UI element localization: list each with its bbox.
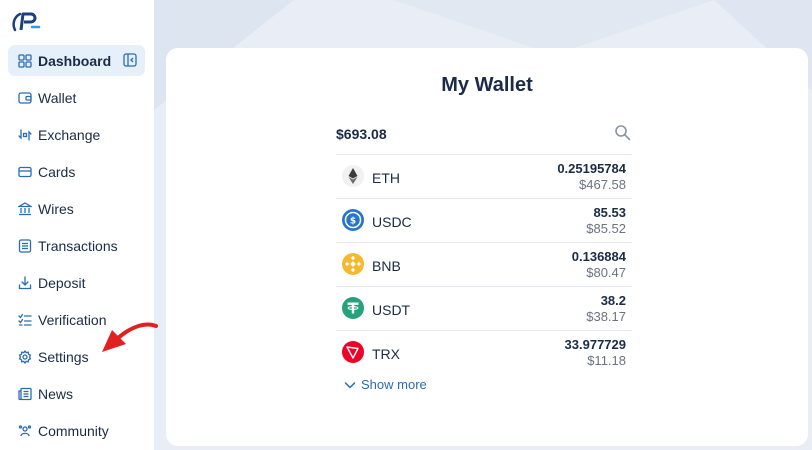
exchange-icon bbox=[18, 128, 32, 142]
sidebar-item-news[interactable]: News bbox=[8, 378, 145, 409]
asset-amount: 0.136884 bbox=[571, 249, 626, 264]
sidebar-item-exchange[interactable]: Exchange bbox=[8, 119, 145, 150]
asset-row-trx[interactable]: TRX 33.977729 $11.18 bbox=[336, 330, 632, 374]
asset-symbol: BNB bbox=[372, 258, 401, 274]
show-more-button[interactable]: Show more bbox=[344, 377, 427, 392]
svg-text:$: $ bbox=[350, 217, 356, 227]
trx-coin-icon bbox=[342, 341, 364, 363]
search-icon[interactable] bbox=[614, 124, 631, 141]
list-icon bbox=[18, 238, 32, 253]
sidebar-item-label: Dashboard bbox=[38, 52, 112, 69]
wallet-total-balance: $693.08 bbox=[336, 126, 387, 142]
sidebar-item-label: Settings bbox=[38, 348, 89, 365]
card-icon bbox=[18, 165, 32, 179]
sidebar-item-label: Wires bbox=[38, 200, 74, 217]
asset-amount: 33.977729 bbox=[564, 337, 626, 352]
news-icon bbox=[18, 387, 32, 401]
brand-logo[interactable] bbox=[10, 10, 42, 34]
sidebar-item-label: Community bbox=[38, 422, 109, 439]
asset-symbol: USDC bbox=[372, 214, 412, 230]
collapse-sidebar-icon[interactable] bbox=[123, 53, 137, 67]
asset-row-eth[interactable]: ETH 0.25195784 $467.58 bbox=[336, 154, 632, 198]
bnb-coin-icon bbox=[342, 253, 364, 275]
asset-amount: 85.53 bbox=[593, 205, 626, 220]
bank-icon bbox=[18, 201, 32, 216]
sidebar-item-label: Wallet bbox=[38, 89, 77, 106]
sidebar-item-label: News bbox=[38, 385, 74, 402]
annotation-arrow-icon bbox=[102, 322, 158, 352]
wallet-card: My Wallet $693.08 ETH 0.25195784 $467.58… bbox=[166, 48, 808, 446]
asset-usd-value: $11.18 bbox=[587, 353, 626, 368]
sidebar-item-wires[interactable]: Wires bbox=[8, 193, 145, 224]
sidebar-nav: Dashboard Wallet Exchange Cards Wires Tr… bbox=[8, 45, 145, 450]
sidebar-item-label: Exchange bbox=[38, 126, 101, 143]
asset-amount: 38.2 bbox=[600, 293, 626, 308]
gear-icon bbox=[18, 349, 32, 364]
sidebar-item-wallet[interactable]: Wallet bbox=[8, 82, 145, 113]
asset-row-bnb[interactable]: BNB 0.136884 $80.47 bbox=[336, 242, 632, 286]
chevron-down-icon bbox=[344, 381, 356, 389]
usdt-coin-icon bbox=[342, 297, 364, 319]
download-icon bbox=[18, 275, 32, 290]
sidebar-item-label: Cards bbox=[38, 163, 76, 180]
asset-symbol: ETH bbox=[372, 170, 400, 186]
show-more-label: Show more bbox=[361, 377, 427, 392]
sidebar-item-deposit[interactable]: Deposit bbox=[8, 267, 145, 298]
usdc-coin-icon: $ bbox=[342, 209, 364, 231]
asset-usd-value: $80.47 bbox=[586, 265, 626, 280]
sidebar-item-cards[interactable]: Cards bbox=[8, 156, 145, 187]
page-title: My Wallet bbox=[441, 74, 533, 96]
sidebar-item-community[interactable]: Community bbox=[8, 415, 145, 446]
community-icon bbox=[18, 424, 32, 438]
asset-usd-value: $38.17 bbox=[586, 309, 626, 324]
asset-row-usdc[interactable]: $ USDC 85.53 $85.52 bbox=[336, 198, 632, 242]
asset-usd-value: $467.58 bbox=[579, 177, 626, 192]
asset-amount: 0.25195784 bbox=[557, 161, 626, 176]
sidebar-item-label: Deposit bbox=[38, 274, 86, 291]
grid-icon bbox=[18, 53, 32, 68]
sidebar-item-dashboard[interactable]: Dashboard bbox=[8, 45, 145, 76]
checklist-icon bbox=[18, 313, 32, 327]
eth-coin-icon bbox=[342, 165, 364, 187]
asset-list: ETH 0.25195784 $467.58 $ USDC 85.53 $85.… bbox=[336, 154, 632, 374]
sidebar: Dashboard Wallet Exchange Cards Wires Tr… bbox=[0, 0, 154, 450]
asset-symbol: TRX bbox=[372, 346, 400, 362]
asset-usd-value: $85.52 bbox=[586, 221, 626, 236]
wallet-icon bbox=[18, 91, 32, 105]
asset-symbol: USDT bbox=[372, 302, 411, 318]
sidebar-item-label: Transactions bbox=[38, 237, 118, 254]
sidebar-item-transactions[interactable]: Transactions bbox=[8, 230, 145, 261]
asset-row-usdt[interactable]: USDT 38.2 $38.17 bbox=[336, 286, 632, 330]
